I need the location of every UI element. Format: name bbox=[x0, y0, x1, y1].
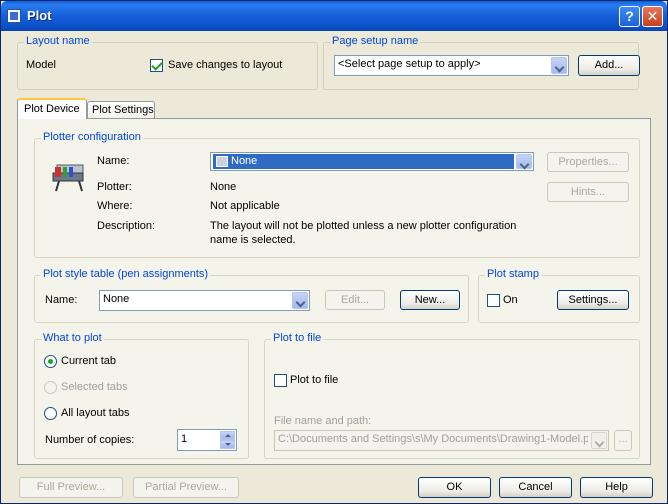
file-path-value: C:\Documents and Settings\s\My Documents… bbox=[278, 433, 588, 445]
title-bar[interactable]: Plot ? ✕ bbox=[1, 1, 667, 31]
chevron-down-icon[interactable] bbox=[591, 432, 607, 449]
layout-name-group: Layout name Model Save changes to layout bbox=[17, 35, 318, 90]
radio-all-layout-tabs[interactable] bbox=[44, 407, 57, 420]
tab-plot-settings-label: Plot Settings bbox=[92, 104, 154, 116]
plot-style-legend: Plot style table (pen assignments) bbox=[41, 268, 211, 280]
plotter-icon bbox=[52, 164, 84, 192]
plotter-label: Plotter: bbox=[97, 181, 132, 193]
page-setup-legend: Page setup name bbox=[330, 35, 421, 47]
copies-value[interactable]: 1 bbox=[181, 433, 187, 445]
plot-stamp-settings-button[interactable]: Settings... bbox=[557, 290, 629, 310]
description-line-2: name is selected. bbox=[210, 234, 296, 246]
chevron-down-icon[interactable] bbox=[292, 292, 308, 309]
selection-highlight bbox=[213, 154, 514, 169]
save-changes-label[interactable]: Save changes to layout bbox=[168, 59, 282, 71]
selected-tabs-label[interactable]: Selected tabs bbox=[61, 381, 128, 393]
plot-to-file-group: Plot to file Plot to file File name and … bbox=[264, 332, 640, 459]
page-setup-select[interactable]: <Select page setup to apply> bbox=[334, 55, 569, 76]
plot-stamp-legend: Plot stamp bbox=[485, 268, 541, 280]
plot-stamp-group: Plot stamp On Settings... bbox=[478, 268, 640, 323]
spin-down-icon[interactable] bbox=[220, 440, 235, 449]
partial-preview-button[interactable]: Partial Preview... bbox=[133, 477, 239, 498]
app-icon bbox=[7, 9, 21, 23]
ok-button[interactable]: OK bbox=[418, 477, 491, 498]
radio-current-tab[interactable] bbox=[44, 355, 57, 368]
hints-button[interactable]: Hints... bbox=[547, 182, 629, 202]
chevron-down-icon[interactable] bbox=[516, 154, 532, 169]
all-layout-tabs-label[interactable]: All layout tabs bbox=[61, 407, 129, 419]
plot-style-name-label: Name: bbox=[45, 294, 78, 306]
help-title-button[interactable]: ? bbox=[619, 6, 640, 27]
edit-plot-style-button[interactable]: Edit... bbox=[325, 290, 385, 310]
plot-dialog: Plot ? ✕ Layout name Model Save changes … bbox=[0, 0, 668, 504]
chevron-down-icon[interactable] bbox=[551, 57, 567, 74]
plot-to-file-label[interactable]: Plot to file bbox=[290, 374, 338, 386]
plot-style-value: None bbox=[103, 293, 130, 305]
window-title: Plot bbox=[27, 8, 52, 23]
file-path-label: File name and path: bbox=[274, 415, 372, 427]
cancel-button[interactable]: Cancel bbox=[499, 477, 572, 498]
page-setup-group: Page setup name <Select page setup to ap… bbox=[323, 35, 640, 90]
tab-plot-device-label: Plot Device bbox=[24, 103, 80, 115]
plotter-value: None bbox=[210, 181, 237, 193]
new-plot-style-button[interactable]: New... bbox=[400, 290, 460, 310]
full-preview-button[interactable]: Full Preview... bbox=[19, 477, 123, 498]
close-button[interactable]: ✕ bbox=[642, 6, 663, 27]
plot-stamp-on-checkbox[interactable] bbox=[487, 294, 500, 307]
what-to-plot-legend: What to plot bbox=[41, 332, 104, 344]
copies-label: Number of copies: bbox=[45, 434, 135, 446]
current-tab-label[interactable]: Current tab bbox=[61, 355, 116, 367]
plotter-name-label: Name: bbox=[97, 155, 130, 167]
properties-button[interactable]: Properties... bbox=[547, 152, 629, 172]
where-label: Where: bbox=[97, 200, 133, 212]
plotter-name-value: None bbox=[231, 155, 258, 167]
description-line-1: The layout will not be plotted unless a … bbox=[210, 220, 517, 232]
layout-name-legend: Layout name bbox=[24, 35, 92, 47]
copies-stepper[interactable]: 1 bbox=[177, 429, 237, 451]
where-value: Not applicable bbox=[210, 200, 280, 212]
what-to-plot-group: What to plot Current tab Selected tabs A… bbox=[34, 332, 249, 459]
plotter-name-select[interactable]: None bbox=[210, 152, 534, 171]
plot-stamp-on-label[interactable]: On bbox=[503, 294, 518, 306]
tab-plot-device[interactable]: Plot Device bbox=[17, 98, 87, 119]
plotter-config-legend: Plotter configuration bbox=[41, 131, 143, 143]
plot-style-group: Plot style table (pen assignments) Name:… bbox=[34, 268, 469, 323]
plotter-small-icon bbox=[216, 156, 228, 167]
plot-to-file-legend: Plot to file bbox=[271, 332, 324, 344]
radio-selected-tabs[interactable] bbox=[44, 381, 57, 394]
plot-to-file-checkbox[interactable] bbox=[274, 374, 287, 387]
description-label: Description: bbox=[97, 220, 156, 232]
save-changes-checkbox[interactable] bbox=[150, 59, 163, 72]
tab-plot-settings[interactable]: Plot Settings bbox=[87, 101, 155, 119]
plot-device-panel: Plotter configuration Name: None Plotter… bbox=[17, 118, 651, 465]
page-setup-value: <Select page setup to apply> bbox=[338, 58, 481, 70]
file-path-select[interactable]: C:\Documents and Settings\s\My Documents… bbox=[274, 430, 609, 451]
help-button[interactable]: Help bbox=[580, 477, 653, 498]
layout-name-value: Model bbox=[26, 59, 56, 71]
plotter-config-group: Plotter configuration Name: None Plotter… bbox=[34, 131, 640, 258]
plot-style-select[interactable]: None bbox=[99, 290, 310, 311]
spin-up-icon[interactable] bbox=[220, 431, 235, 440]
browse-button[interactable]: ... bbox=[614, 430, 632, 451]
add-page-setup-button[interactable]: Add... bbox=[578, 55, 640, 76]
